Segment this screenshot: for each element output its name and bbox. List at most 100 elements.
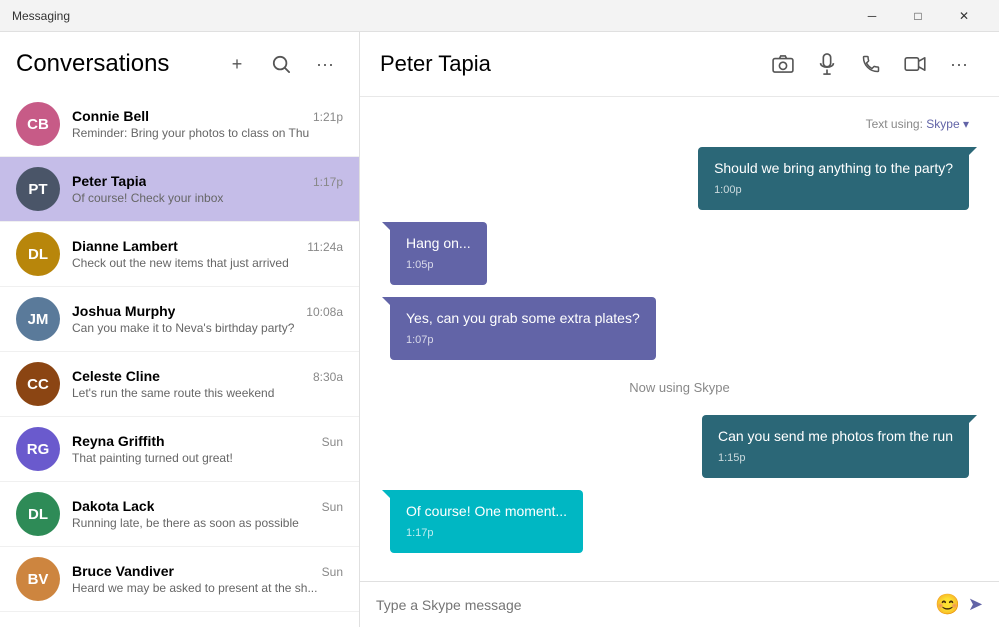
message-row-m6: Of course! One moment... 1:17p (390, 490, 969, 553)
avatar-initials: JM (28, 311, 49, 328)
avatar: RG (16, 427, 60, 471)
phone-call-button[interactable] (851, 46, 891, 82)
avatar-initials: DL (28, 246, 48, 263)
skype-label-text: Text using: Skype ▾ (866, 117, 969, 131)
conv-content: Dakota Lack Sun Running late, be there a… (72, 498, 343, 530)
conv-time: 10:08a (306, 305, 343, 319)
conv-top: Reyna Griffith Sun (72, 433, 343, 449)
conv-time: 11:24a (307, 240, 343, 254)
conv-name: Peter Tapia (72, 173, 146, 189)
conv-preview: That painting turned out great! (72, 451, 343, 465)
chat-title: Peter Tapia (380, 51, 763, 77)
message-row-m1: Should we bring anything to the party? 1… (390, 147, 969, 210)
minimize-button[interactable]: ─ (849, 0, 895, 32)
conv-preview: Can you make it to Neva's birthday party… (72, 321, 343, 335)
right-panel: Peter Tapia (360, 32, 999, 627)
conv-name: Connie Bell (72, 108, 149, 124)
camera-button[interactable] (763, 46, 803, 82)
conversation-item-joshua[interactable]: JM Joshua Murphy 10:08a Can you make it … (0, 287, 359, 352)
conv-content: Reyna Griffith Sun That painting turned … (72, 433, 343, 465)
avatar-initials: CC (27, 376, 49, 393)
skype-label-row: Text using: Skype ▾ (390, 117, 969, 131)
search-button[interactable] (263, 46, 299, 82)
conversation-item-peter[interactable]: PT Peter Tapia 1:17p Of course! Check yo… (0, 157, 359, 222)
conv-content: Bruce Vandiver Sun Heard we may be asked… (72, 563, 343, 595)
message-row-m2: Hang on... 1:05p (390, 222, 969, 285)
message-input[interactable] (376, 597, 927, 613)
video-call-button[interactable] (895, 46, 935, 82)
conv-top: Joshua Murphy 10:08a (72, 303, 343, 319)
message-bubble: Of course! One moment... 1:17p (390, 490, 583, 553)
conv-time: Sun (322, 565, 343, 579)
conv-top: Bruce Vandiver Sun (72, 563, 343, 579)
conv-preview: Let's run the same route this weekend (72, 386, 343, 400)
conv-content: Celeste Cline 8:30a Let's run the same r… (72, 368, 343, 400)
new-conversation-button[interactable]: + (219, 46, 255, 82)
message-bubble: Should we bring anything to the party? 1… (698, 147, 969, 210)
message-bubble: Yes, can you grab some extra plates? 1:0… (390, 297, 656, 360)
conv-preview: Reminder: Bring your photos to class on … (72, 126, 343, 140)
conv-preview: Check out the new items that just arrive… (72, 256, 343, 270)
conv-top: Dakota Lack Sun (72, 498, 343, 514)
conv-preview: Heard we may be asked to present at the … (72, 581, 343, 595)
conversation-item-reyna[interactable]: RG Reyna Griffith Sun That painting turn… (0, 417, 359, 482)
header-icons: + ··· (219, 46, 343, 82)
window-controls: ─ □ ✕ (849, 0, 987, 32)
conv-name: Dianne Lambert (72, 238, 178, 254)
avatar: CB (16, 102, 60, 146)
avatar: CC (16, 362, 60, 406)
conv-name: Bruce Vandiver (72, 563, 174, 579)
conv-time: 8:30a (313, 370, 343, 384)
conversation-item-dianne[interactable]: DL Dianne Lambert 11:24a Check out the n… (0, 222, 359, 287)
message-time: 1:07p (406, 333, 640, 348)
avatar-initials: CB (27, 116, 49, 133)
message-bubble: Hang on... 1:05p (390, 222, 487, 285)
avatar: DL (16, 492, 60, 536)
video-icon (904, 56, 926, 72)
search-icon (272, 55, 290, 73)
avatar: BV (16, 557, 60, 601)
conversation-item-bruce[interactable]: BV Bruce Vandiver Sun Heard we may be as… (0, 547, 359, 612)
chat-action-icons: ··· (763, 46, 979, 82)
conv-preview: Running late, be there as soon as possib… (72, 516, 343, 530)
microphone-icon (819, 53, 835, 75)
avatar: DL (16, 232, 60, 276)
conv-time: 1:21p (313, 110, 343, 124)
send-button[interactable]: ➤ (968, 594, 983, 615)
phone-icon (861, 54, 881, 74)
conv-name: Joshua Murphy (72, 303, 175, 319)
conversation-list: CB Connie Bell 1:21p Reminder: Bring you… (0, 92, 359, 627)
avatar-initials: BV (28, 571, 49, 588)
input-area: 😊 ➤ (360, 581, 999, 627)
conv-name: Reyna Griffith (72, 433, 165, 449)
conv-time: Sun (322, 500, 343, 514)
avatar-initials: PT (28, 181, 47, 198)
skype-link[interactable]: Skype ▾ (926, 117, 969, 131)
camera-icon (772, 55, 794, 73)
conversations-heading: Conversations (16, 50, 219, 78)
conv-preview: Of course! Check your inbox (72, 191, 343, 205)
chat-header: Peter Tapia (360, 32, 999, 97)
conv-name: Dakota Lack (72, 498, 154, 514)
emoji-button[interactable]: 😊 (935, 592, 960, 617)
app-body: Conversations + ··· CB Connie Bell 1: (0, 32, 999, 627)
conv-top: Dianne Lambert 11:24a (72, 238, 343, 254)
left-header: Conversations + ··· (0, 32, 359, 92)
conversation-item-connie[interactable]: CB Connie Bell 1:21p Reminder: Bring you… (0, 92, 359, 157)
maximize-button[interactable]: □ (895, 0, 941, 32)
close-button[interactable]: ✕ (941, 0, 987, 32)
microphone-button[interactable] (807, 46, 847, 82)
title-bar: Messaging ─ □ ✕ (0, 0, 999, 32)
conversation-item-dakota[interactable]: DL Dakota Lack Sun Running late, be ther… (0, 482, 359, 547)
more-chat-options-button[interactable]: ··· (939, 46, 979, 82)
message-bubble: Can you send me photos from the run 1:15… (702, 415, 969, 478)
message-time: 1:05p (406, 258, 471, 273)
message-row-m3: Yes, can you grab some extra plates? 1:0… (390, 297, 969, 360)
conv-top: Celeste Cline 8:30a (72, 368, 343, 384)
conv-time: 1:17p (313, 175, 343, 189)
conversation-item-celeste[interactable]: CC Celeste Cline 8:30a Let's run the sam… (0, 352, 359, 417)
conv-top: Connie Bell 1:21p (72, 108, 343, 124)
avatar-initials: DL (28, 506, 48, 523)
conv-content: Joshua Murphy 10:08a Can you make it to … (72, 303, 343, 335)
more-options-button[interactable]: ··· (307, 46, 343, 82)
